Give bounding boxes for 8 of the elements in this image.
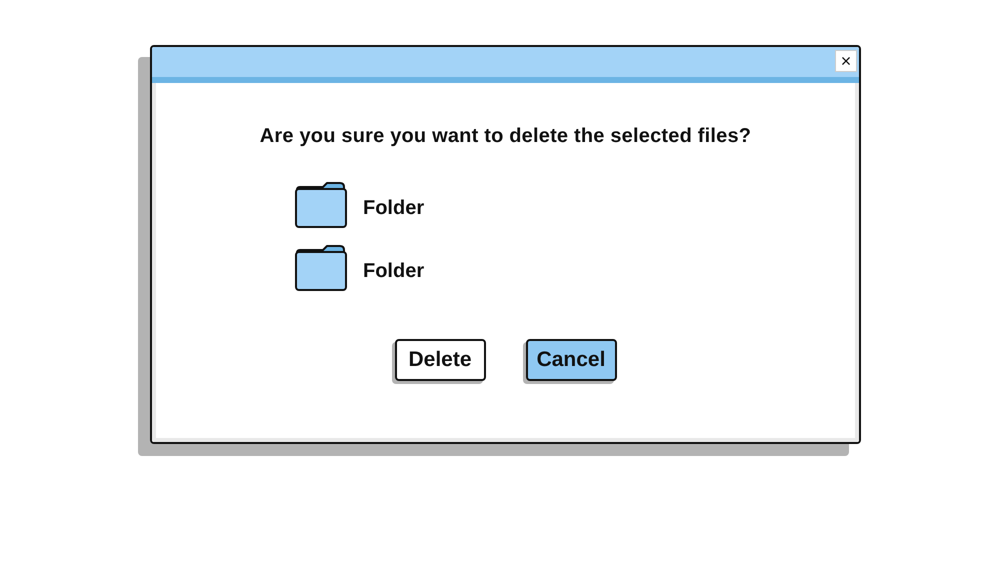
folder-icon xyxy=(295,245,347,291)
folder-icon xyxy=(295,182,347,228)
folder-label: Folder xyxy=(363,196,424,221)
dialog-button[interactable]: Delete xyxy=(394,339,486,381)
default-button[interactable]: Cancel xyxy=(526,339,616,381)
folder-label: Folder xyxy=(363,259,424,284)
close-button[interactable]: × xyxy=(835,50,857,72)
confirm-message: Are you sure you want to delete the selected files? xyxy=(260,124,752,149)
